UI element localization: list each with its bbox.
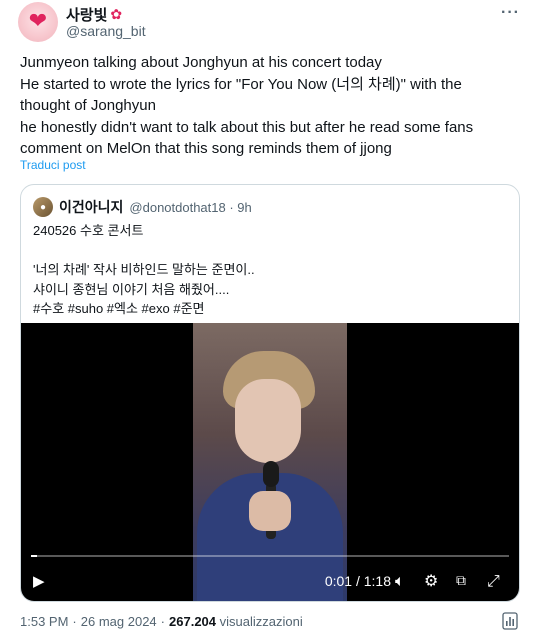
quoted-author-avatar: ● (33, 197, 53, 217)
video-player[interactable]: ▶ 0:01 / 1:18 🔈︎ ⚙ ⧉ ⤢ (21, 323, 519, 601)
quoted-tweet-header: ● 이건아니지 @donotdothat18 · 9h (33, 197, 252, 217)
tweet: ❤ 사랑빛 ✿ @sarang_bit ··· Junmyeon talking… (0, 0, 540, 642)
flower-emoji-icon: ✿ (110, 6, 123, 23)
performer-face (235, 379, 301, 463)
tweet-text-line: He started to wrote the lyrics for "For … (20, 75, 462, 93)
quoted-text-line: 240526 수호 콘서트 (33, 223, 144, 238)
tweet-text-line: he honestly didn't want to talk about th… (20, 118, 474, 136)
fullscreen-icon[interactable]: ⤢ (487, 569, 500, 593)
views-count: 267.204 (169, 614, 217, 629)
tweet-text-line: comment on MelOn that this song reminds … (20, 140, 392, 157)
performer-hand (249, 491, 291, 531)
author-display-name[interactable]: 사랑빛 (66, 4, 107, 25)
tweet-time[interactable]: 1:53 PM (20, 614, 68, 629)
person-icon: ● (39, 201, 47, 213)
quoted-text-line (33, 241, 255, 261)
tweet-text: Junmyeon talking about Jonghyun at his c… (20, 52, 525, 160)
translate-post-link[interactable]: Traduci post (20, 158, 86, 172)
video-progress-fill (31, 555, 38, 557)
video-timecode: 0:01 / 1:18 (324, 573, 391, 589)
settings-icon[interactable]: ⚙ (424, 569, 438, 593)
quoted-author-name: 이건아니지 (59, 199, 124, 215)
tweet-text-line: Junmyeon talking about Jonghyun at his c… (20, 54, 382, 71)
separator-dot: · (72, 614, 77, 629)
author-avatar[interactable]: ❤ (18, 2, 58, 42)
separator-dot: · (160, 614, 166, 629)
quoted-text-line: '너의 차례' 작사 비하인드 말하는 준면이.. (33, 262, 255, 277)
play-icon[interactable]: ▶ (33, 569, 45, 593)
quoted-author-handle-time: @donotdothat18 · 9h (129, 199, 252, 215)
more-options-button[interactable]: ··· (501, 4, 520, 22)
quoted-text-line: #수호 #suho #엑소 #exo #준면 (33, 301, 205, 316)
volume-icon[interactable]: 🔈︎ (395, 569, 405, 593)
quoted-tweet-text: 240526 수호 콘서트 '너의 차례' 작사 비하인드 말하는 준면이.. … (33, 221, 255, 319)
microphone (263, 461, 279, 487)
video-frame (193, 323, 347, 601)
tweet-text-line: thought of Jonghyun (20, 97, 156, 114)
quoted-tweet[interactable]: ● 이건아니지 @donotdothat18 · 9h 240526 수호 콘서… (20, 184, 520, 602)
picture-in-picture-icon[interactable]: ⧉ (456, 569, 466, 593)
video-progress-bar[interactable] (31, 555, 509, 557)
post-analytics-icon[interactable] (502, 612, 518, 630)
tweet-meta: 1:53 PM · 26 mag 2024 · 267.204 visualizzazi… (20, 614, 303, 629)
author-name-row: 사랑빛 ✿ (66, 4, 122, 25)
heart-icon: ❤ (28, 9, 48, 34)
tweet-date[interactable]: 26 mag 2024 (81, 614, 157, 629)
author-handle[interactable]: @sarang_bit (66, 23, 146, 39)
video-controls: ▶ 0:01 / 1:18 🔈︎ ⚙ ⧉ ⤢ (21, 569, 519, 593)
quoted-text-line: 샤이니 종현님 이야기 처음 해줬어.... (33, 281, 230, 297)
views-label: visualizzazioni (219, 614, 303, 629)
